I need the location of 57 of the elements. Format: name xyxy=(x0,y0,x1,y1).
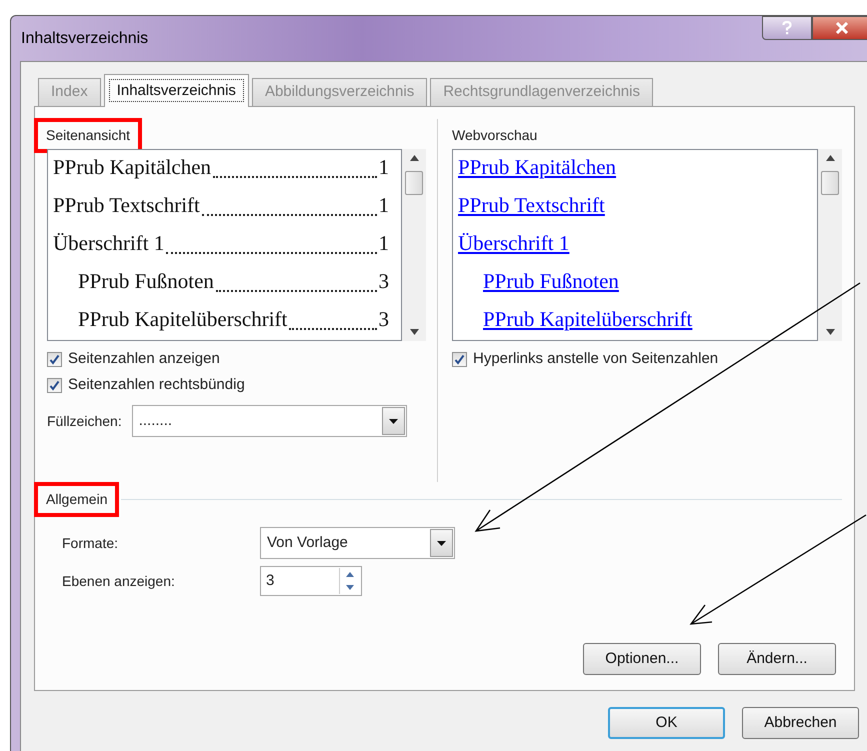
caret-icon xyxy=(437,540,446,546)
group-label: Webvorschau xyxy=(452,126,538,144)
scrollbar-thumb[interactable] xyxy=(821,171,839,195)
toc-entry: PPrub Kapitelüberschrift xyxy=(78,306,288,332)
help-button[interactable] xyxy=(762,16,812,40)
formats-dropdown[interactable]: Von Vorlage xyxy=(260,527,455,559)
toc-entry: PPrub Fußnoten xyxy=(78,268,214,294)
close-icon xyxy=(835,22,849,34)
down-arrow-icon[interactable] xyxy=(410,329,418,335)
fill-character-dropdown[interactable]: ........ xyxy=(132,405,407,437)
group-label: Seitenansicht xyxy=(46,126,130,144)
toc-link[interactable]: PPrub Textschrift xyxy=(458,190,605,221)
down-arrow-icon[interactable] xyxy=(346,585,354,590)
field-label: Füllzeichen: xyxy=(47,412,122,430)
dialog-button[interactable]: Optionen... xyxy=(583,643,701,675)
dropdown-button[interactable] xyxy=(382,407,405,435)
help-icon xyxy=(782,21,792,35)
checkbox-label: Seitenzahlen rechtsbündig xyxy=(68,374,245,395)
checkbox-label: Seitenzahlen anzeigen xyxy=(68,348,220,369)
checkbox[interactable] xyxy=(47,352,62,366)
page-number: 1 xyxy=(378,192,389,218)
toc-link[interactable]: PPrub Kapitelüberschrift xyxy=(483,304,692,335)
dialog-button[interactable]: OK xyxy=(608,707,725,739)
page-number: 3 xyxy=(378,268,389,294)
toc-link[interactable]: Überschrift 1 xyxy=(458,228,570,259)
dialog-button[interactable]: Ändern... xyxy=(718,643,836,675)
scrollbar[interactable] xyxy=(402,149,426,341)
close-button[interactable] xyxy=(812,16,867,40)
toc-link[interactable]: PPrub Fußnoten xyxy=(483,266,619,297)
scrollbar[interactable] xyxy=(818,149,842,341)
page-number: 3 xyxy=(378,306,389,332)
field-label: Formate: xyxy=(62,534,120,552)
checkmark-icon xyxy=(49,354,60,364)
levels-spinner[interactable]: 3 xyxy=(260,566,362,596)
up-arrow-icon[interactable] xyxy=(826,155,834,161)
page-number: 1 xyxy=(378,154,389,180)
toc-entry: Überschrift 1 xyxy=(53,230,164,256)
window-title: Inhaltsverzeichnis xyxy=(21,28,148,48)
down-arrow-icon[interactable] xyxy=(826,329,834,335)
tab[interactable]: Inhaltsverzeichnis xyxy=(104,74,249,107)
checkmark-icon xyxy=(49,380,60,390)
toc-entry: PPrub Textschrift xyxy=(53,192,200,218)
up-arrow-icon[interactable] xyxy=(410,155,418,161)
dialog-button[interactable]: Abbrechen xyxy=(742,707,859,739)
checkmark-icon xyxy=(454,354,465,364)
checkbox[interactable] xyxy=(47,378,62,392)
toc-entry: PPrub Kapitälchen xyxy=(53,154,212,180)
up-arrow-icon[interactable] xyxy=(346,572,354,577)
group-label: Allgemein xyxy=(46,490,108,509)
caret-icon xyxy=(388,418,398,424)
checkbox[interactable] xyxy=(452,352,467,366)
checkbox-label: Hyperlinks anstelle von Seitenzahlen xyxy=(473,348,718,369)
dropdown-button[interactable] xyxy=(430,529,453,557)
field-label: Ebenen anzeigen: xyxy=(62,572,176,591)
scrollbar-thumb[interactable] xyxy=(405,171,423,195)
toc-link[interactable]: PPrub Kapitälchen xyxy=(458,152,616,183)
page-number: 1 xyxy=(378,230,389,256)
